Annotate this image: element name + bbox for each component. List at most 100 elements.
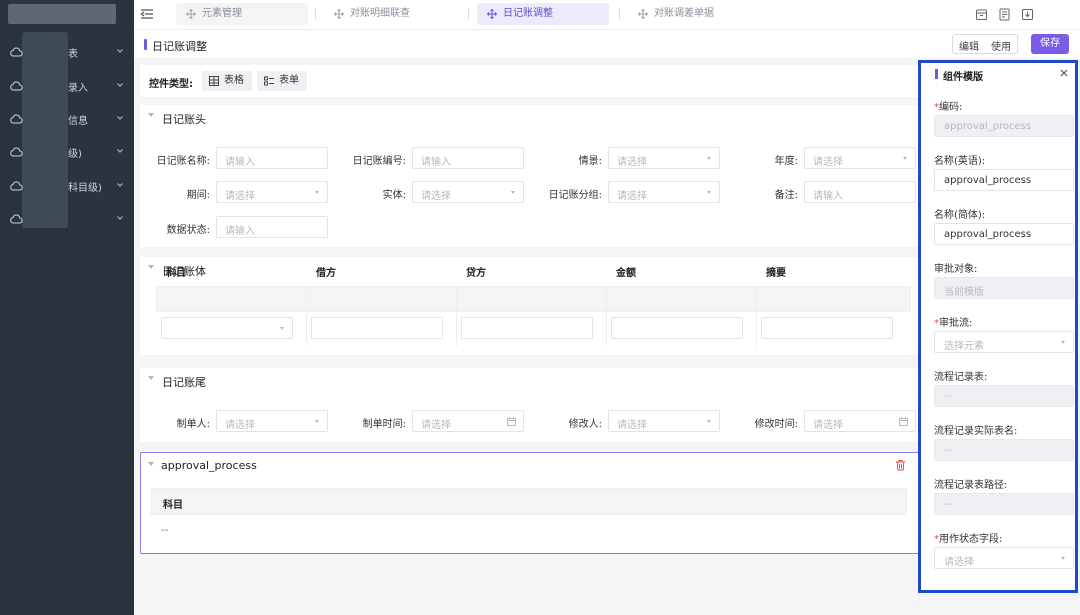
save-button[interactable]: 保存 — [1031, 34, 1069, 54]
footer_section-field-date[interactable]: 请选择 — [804, 410, 916, 432]
tab-separator — [315, 8, 316, 20]
tab-separator — [619, 8, 620, 20]
journal-body-table-header — [156, 286, 911, 312]
sidebar-item-label: 信息 — [68, 116, 88, 127]
header_section-field-label: 日记账分组: — [548, 190, 602, 201]
cloud-icon — [10, 181, 23, 191]
placeholder-text: 请输入 — [225, 226, 255, 237]
tab-label: 对账调差单据 — [654, 8, 714, 19]
dropdown-arrow-icon — [315, 420, 319, 423]
collapse-menu-icon[interactable] — [140, 7, 154, 21]
header_section-field-label: 实体: — [382, 190, 406, 201]
tab-label: 日记账调整 — [503, 8, 553, 19]
header_section-field-select[interactable]: 请选择 — [804, 147, 916, 169]
panel-field-value: approval_process — [944, 121, 1032, 132]
dropdown-arrow-icon — [707, 191, 711, 194]
download-icon[interactable] — [1021, 8, 1034, 21]
top-tab-bar: 元素管理 对账明细联查 日记账调整 对账调差单据 — [134, 0, 1080, 30]
panel-field-normal[interactable]: approval_process — [934, 169, 1074, 191]
header_section-field-select[interactable]: 请选择 — [608, 147, 720, 169]
placeholder-text: 请输入 — [421, 157, 451, 168]
dropdown-arrow-icon — [707, 420, 711, 423]
page-title-bar: 日记账调整 编辑 使用 保存 — [134, 30, 1080, 58]
logo — [8, 4, 116, 24]
column-divider — [606, 286, 607, 346]
calendar-icon — [507, 417, 516, 426]
delete-icon[interactable] — [895, 459, 906, 471]
tab-0[interactable]: 元素管理 — [176, 3, 308, 25]
panel-field-label-text: 用作状态字段: — [939, 534, 1003, 545]
panel-field-label: *审批流: — [934, 314, 972, 329]
sidebar-item-3[interactable]: 级) — [0, 142, 134, 162]
header_section-field-label: 年度: — [774, 156, 798, 167]
header_section-field-input[interactable]: 请输入 — [216, 147, 328, 169]
panel-field-label-text: 审批流: — [939, 318, 973, 329]
header_section-field-select[interactable]: 请选择 — [608, 181, 720, 203]
footer_section-field-select[interactable]: 请选择 — [608, 410, 720, 432]
header_section-field-label: 情景: — [578, 156, 602, 167]
column-divider — [456, 286, 457, 346]
sidebar-item-0[interactable]: 表 — [0, 42, 134, 62]
panel-field-label-text: 流程记录实际表名: — [934, 426, 1018, 437]
journal-body-section: 日记账体 科目 借方 贷方 金额 摘要 — [140, 257, 918, 355]
journal-header-section: 日记账头 日记账名称: 请输入 日记账编号: 请输入 情景: 请选择 年度: 请选择 期间: 请选… — [140, 105, 918, 247]
header_section-field-input[interactable]: 请输入 — [216, 216, 328, 238]
footer_section-field-select[interactable]: 请选择 — [216, 410, 328, 432]
archive-icon[interactable] — [975, 8, 988, 21]
panel-field-label: 流程记录实际表名: — [934, 422, 1017, 437]
column-header: 摘要 — [766, 268, 786, 279]
placeholder-text: 请选择 — [421, 420, 451, 431]
body-cell-input[interactable] — [611, 317, 743, 339]
panel-field-value: 当前模版 — [944, 287, 984, 298]
control-form-label: 表单 — [279, 75, 299, 86]
tab-1[interactable]: 对账明细联查 — [324, 3, 456, 25]
edit-mode-button[interactable]: 编辑 — [959, 38, 979, 53]
control-form-button[interactable]: 表单 — [257, 71, 307, 91]
approval-process-component[interactable]: approval_process 科目 -- — [140, 452, 920, 554]
calendar-icon — [899, 417, 908, 426]
control-type-label: 控件类型: — [149, 79, 193, 90]
body-cell-input[interactable] — [761, 317, 893, 339]
close-icon[interactable] — [1059, 68, 1069, 78]
move-icon — [186, 9, 196, 19]
column-header: 金额 — [616, 268, 636, 279]
header_section-field-input[interactable]: 请输入 — [412, 147, 524, 169]
panel-field-value: 选择元素 — [944, 341, 984, 352]
dropdown-arrow-icon — [903, 157, 907, 160]
footer_section-field-label: 修改人: — [568, 419, 602, 430]
panel-field-value: -- — [944, 445, 952, 456]
document-icon[interactable] — [998, 8, 1011, 21]
chevron-down-icon — [117, 183, 123, 187]
sidebar-item-4[interactable]: 科目级) — [0, 176, 134, 196]
body-cell-input[interactable] — [311, 317, 443, 339]
use-mode-button[interactable]: 使用 — [991, 38, 1011, 53]
collapse-triangle-icon — [148, 462, 154, 466]
panel-field-disabled: -- — [934, 493, 1074, 515]
body-cell-select[interactable] — [161, 317, 293, 339]
header_section-field-label: 日记账编号: — [352, 156, 406, 167]
footer_section-field-date[interactable]: 请选择 — [412, 410, 524, 432]
header_section-field-input[interactable]: 请输入 — [804, 181, 916, 203]
panel-field-select[interactable]: 请选择 — [934, 547, 1074, 569]
dropdown-arrow-icon — [280, 327, 284, 330]
tab-2[interactable]: 日记账调整 — [477, 3, 609, 25]
tab-3[interactable]: 对账调差单据 — [628, 3, 760, 25]
control-table-button[interactable]: 表格 — [202, 71, 252, 91]
header_section-field-select[interactable]: 请选择 — [412, 181, 524, 203]
placeholder-text: 请输入 — [813, 191, 843, 202]
panel-field-normal[interactable]: approval_process — [934, 223, 1074, 245]
move-icon — [638, 9, 648, 19]
cloud-icon — [10, 81, 23, 91]
panel-field-value: -- — [944, 391, 952, 402]
placeholder-text: 请选择 — [225, 420, 255, 431]
chevron-down-icon — [117, 149, 123, 153]
sidebar-item-2[interactable]: 信息 — [0, 109, 134, 129]
mode-toggle: 编辑 使用 — [952, 34, 1018, 54]
panel-field-label-text: 流程记录表: — [934, 372, 988, 383]
panel-field-select[interactable]: 选择元素 — [934, 331, 1074, 353]
sidebar-item-1[interactable]: 录入 — [0, 76, 134, 96]
body-cell-input[interactable] — [461, 317, 593, 339]
header_section-field-select[interactable]: 请选择 — [216, 181, 328, 203]
sidebar-item-5[interactable] — [0, 209, 134, 229]
chevron-down-icon — [117, 49, 123, 53]
